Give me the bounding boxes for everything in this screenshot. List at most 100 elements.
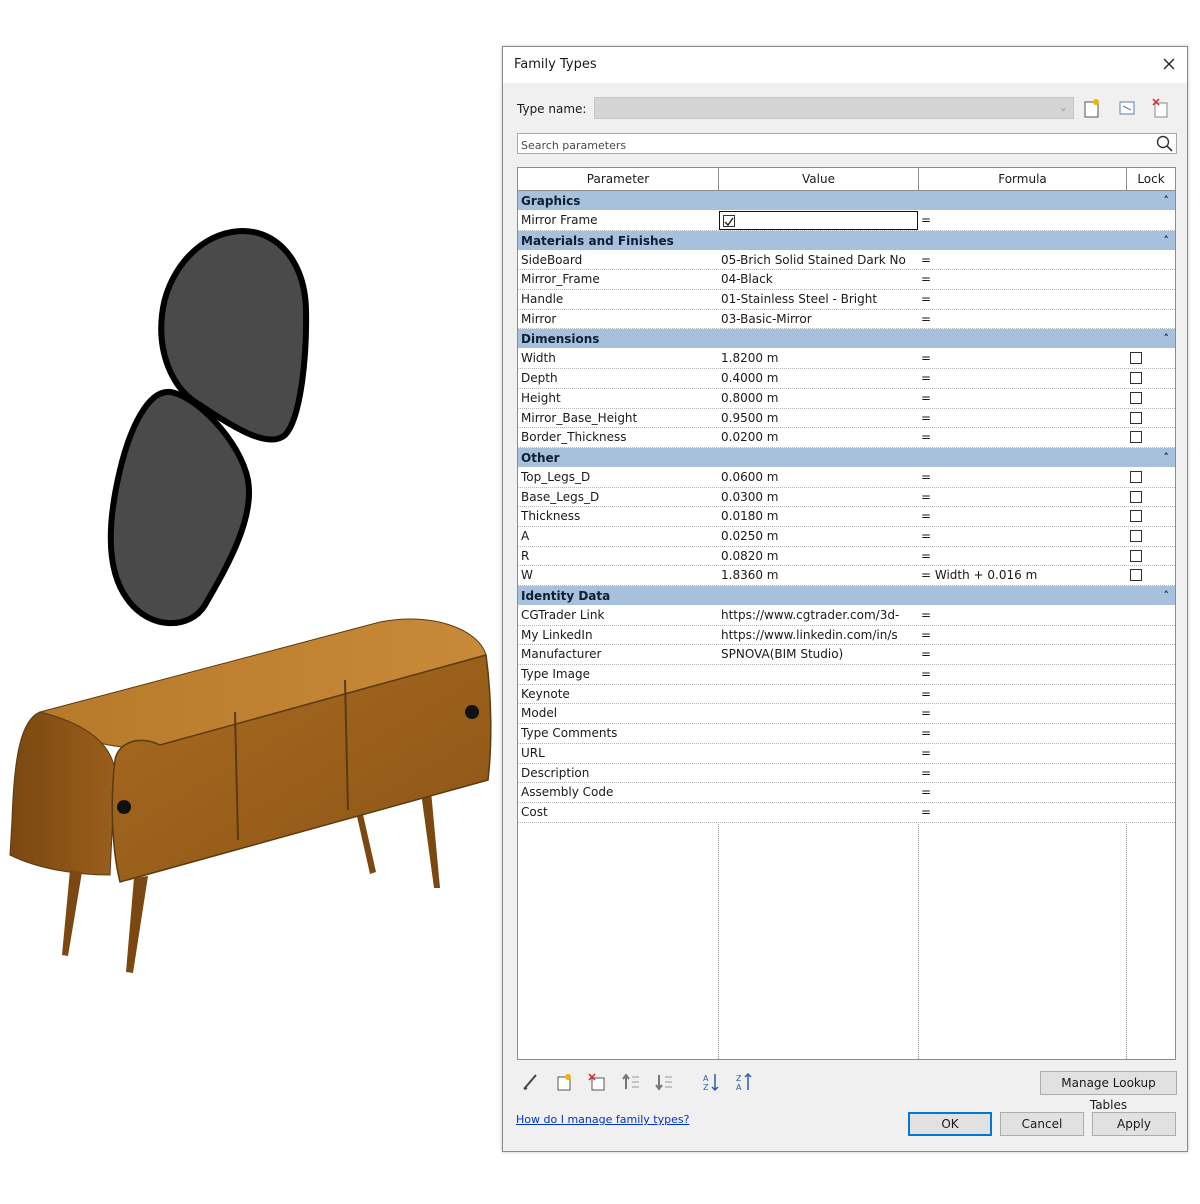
ok-button[interactable]: OK	[908, 1112, 992, 1136]
collapse-icon[interactable]: ˄	[1164, 329, 1170, 349]
parameter-value[interactable]: 01-Stainless Steel - Bright	[721, 290, 917, 309]
parameter-value[interactable]: 0.0300 m	[721, 488, 917, 507]
collapse-icon[interactable]: ˄	[1164, 191, 1170, 211]
parameter-formula[interactable]: =	[921, 369, 1126, 388]
parameter-formula[interactable]: =	[921, 211, 1126, 230]
parameter-row[interactable]: Top_Legs_D 0.0600 m =	[518, 467, 1175, 488]
parameter-formula[interactable]: =	[921, 547, 1126, 566]
apply-button[interactable]: Apply	[1092, 1112, 1176, 1136]
parameter-row[interactable]: R 0.0820 m =	[518, 546, 1175, 567]
lock-checkbox[interactable]	[1130, 470, 1142, 483]
parameter-row[interactable]: Cost =	[518, 802, 1175, 823]
group-header[interactable]: Identity Data ˄	[518, 586, 1175, 606]
parameter-row[interactable]: W 1.8360 m = Width + 0.016 m	[518, 566, 1175, 586]
search-input[interactable]	[518, 136, 1144, 155]
parameter-formula[interactable]: =	[921, 783, 1126, 802]
parameter-value[interactable]: 0.0600 m	[721, 468, 917, 487]
parameter-row[interactable]: Manufacturer SPNOVA(BIM Studio) =	[518, 645, 1175, 666]
sort-descending-icon[interactable]: Z A	[735, 1072, 755, 1092]
parameter-formula[interactable]: =	[921, 488, 1126, 507]
parameter-formula[interactable]: =	[921, 270, 1126, 289]
parameter-row[interactable]: Keynote =	[518, 684, 1175, 705]
parameter-row[interactable]: Handle 01-Stainless Steel - Bright =	[518, 290, 1175, 310]
lock-checkbox[interactable]	[1130, 352, 1142, 365]
group-header[interactable]: Other ˄	[518, 447, 1175, 468]
parameter-formula[interactable]: =	[921, 645, 1126, 664]
parameter-value[interactable]: 0.8000 m	[721, 389, 917, 408]
edit-parameter-icon[interactable]	[521, 1072, 541, 1092]
lock-checkbox[interactable]	[1130, 490, 1142, 503]
parameter-row[interactable]: URL =	[518, 743, 1175, 764]
column-header-parameter[interactable]: Parameter	[518, 168, 719, 190]
parameter-value[interactable]: 05-Brich Solid Stained Dark No	[721, 251, 917, 270]
parameter-formula[interactable]: =	[921, 704, 1126, 723]
parameter-formula[interactable]: =	[921, 251, 1126, 270]
parameter-formula[interactable]: = Width + 0.016 m	[921, 566, 1126, 585]
collapse-icon[interactable]: ˄	[1164, 448, 1170, 468]
parameter-row[interactable]: Base_Legs_D 0.0300 m =	[518, 487, 1175, 508]
parameter-formula[interactable]: =	[921, 409, 1126, 428]
column-header-lock[interactable]: Lock	[1127, 168, 1175, 190]
type-name-select[interactable]: ⌄	[594, 97, 1074, 119]
parameter-row[interactable]: Mirror Frame =	[518, 211, 1175, 231]
parameter-row[interactable]: Type Image =	[518, 665, 1175, 685]
parameter-row[interactable]: SideBoard 05-Brich Solid Stained Dark No =	[518, 250, 1175, 271]
parameter-row[interactable]: Height 0.8000 m =	[518, 388, 1175, 409]
lock-checkbox[interactable]	[1130, 510, 1142, 523]
column-header-formula[interactable]: Formula	[919, 168, 1127, 190]
parameter-formula[interactable]: =	[921, 310, 1126, 329]
delete-type-button[interactable]	[1149, 96, 1173, 120]
delete-parameter-icon[interactable]	[587, 1072, 607, 1092]
parameter-row[interactable]: CGTrader Link https://www.cgtrader.com/3d…	[518, 606, 1175, 626]
new-type-button[interactable]	[1081, 96, 1105, 120]
parameter-row[interactable]: Model =	[518, 704, 1175, 725]
parameter-row[interactable]: My LinkedIn https://www.linkedin.com/in/s…	[518, 625, 1175, 646]
parameter-row[interactable]: Width 1.8200 m =	[518, 349, 1175, 370]
parameter-formula[interactable]: =	[921, 428, 1126, 447]
parameter-formula[interactable]: =	[921, 389, 1126, 408]
parameter-formula[interactable]: =	[921, 764, 1126, 783]
parameter-formula[interactable]: =	[921, 606, 1126, 625]
parameter-formula[interactable]: =	[921, 803, 1126, 822]
lock-checkbox[interactable]	[1130, 549, 1142, 562]
parameter-row[interactable]: Mirror_Base_Height 0.9500 m =	[518, 408, 1175, 429]
parameter-row[interactable]: Border_Thickness 0.0200 m =	[518, 428, 1175, 448]
parameter-row[interactable]: Type Comments =	[518, 724, 1175, 744]
sort-ascending-icon[interactable]: A Z	[702, 1072, 722, 1092]
parameter-value[interactable]: 03-Basic-Mirror	[721, 310, 917, 329]
parameter-formula[interactable]: =	[921, 626, 1126, 645]
rename-type-button[interactable]	[1115, 96, 1139, 120]
group-header[interactable]: Materials and Finishes ˄	[518, 230, 1175, 251]
parameter-formula[interactable]: =	[921, 527, 1126, 546]
parameter-formula[interactable]: =	[921, 744, 1126, 763]
parameter-value[interactable]: 1.8200 m	[721, 349, 917, 368]
lock-checkbox[interactable]	[1130, 372, 1142, 385]
parameter-value[interactable]: 0.0200 m	[721, 428, 917, 447]
column-header-value[interactable]: Value	[719, 168, 919, 190]
parameter-formula[interactable]: =	[921, 468, 1126, 487]
parameter-formula[interactable]: =	[921, 507, 1126, 526]
parameter-value[interactable]: 0.0820 m	[721, 547, 917, 566]
mirror-frame-checkbox[interactable]	[723, 215, 735, 227]
parameter-value[interactable]: 04-Black	[721, 270, 917, 289]
parameter-row[interactable]: Mirror 03-Basic-Mirror =	[518, 309, 1175, 330]
parameter-value[interactable]: 0.0180 m	[721, 507, 917, 526]
lock-checkbox[interactable]	[1130, 411, 1142, 424]
parameter-row[interactable]: Mirror_Frame 04-Black =	[518, 270, 1175, 291]
parameter-formula[interactable]: =	[921, 665, 1126, 684]
parameter-value[interactable]: SPNOVA(BIM Studio)	[721, 645, 917, 664]
parameter-formula[interactable]: =	[921, 724, 1126, 743]
lock-checkbox[interactable]	[1130, 569, 1142, 582]
parameter-row[interactable]: A 0.0250 m =	[518, 526, 1175, 547]
parameter-formula[interactable]: =	[921, 349, 1126, 368]
parameter-formula[interactable]: =	[921, 685, 1126, 704]
parameter-value[interactable]: https://www.linkedin.com/in/s	[721, 626, 917, 645]
parameter-row[interactable]: Depth 0.4000 m =	[518, 369, 1175, 389]
group-header[interactable]: Graphics ˄	[518, 191, 1175, 211]
lock-checkbox[interactable]	[1130, 391, 1142, 404]
parameter-row[interactable]: Description =	[518, 763, 1175, 784]
close-button[interactable]	[1155, 50, 1183, 78]
parameter-value[interactable]: 0.0250 m	[721, 527, 917, 546]
move-up-icon[interactable]	[621, 1072, 641, 1092]
parameter-value[interactable]: 0.9500 m	[721, 409, 917, 428]
